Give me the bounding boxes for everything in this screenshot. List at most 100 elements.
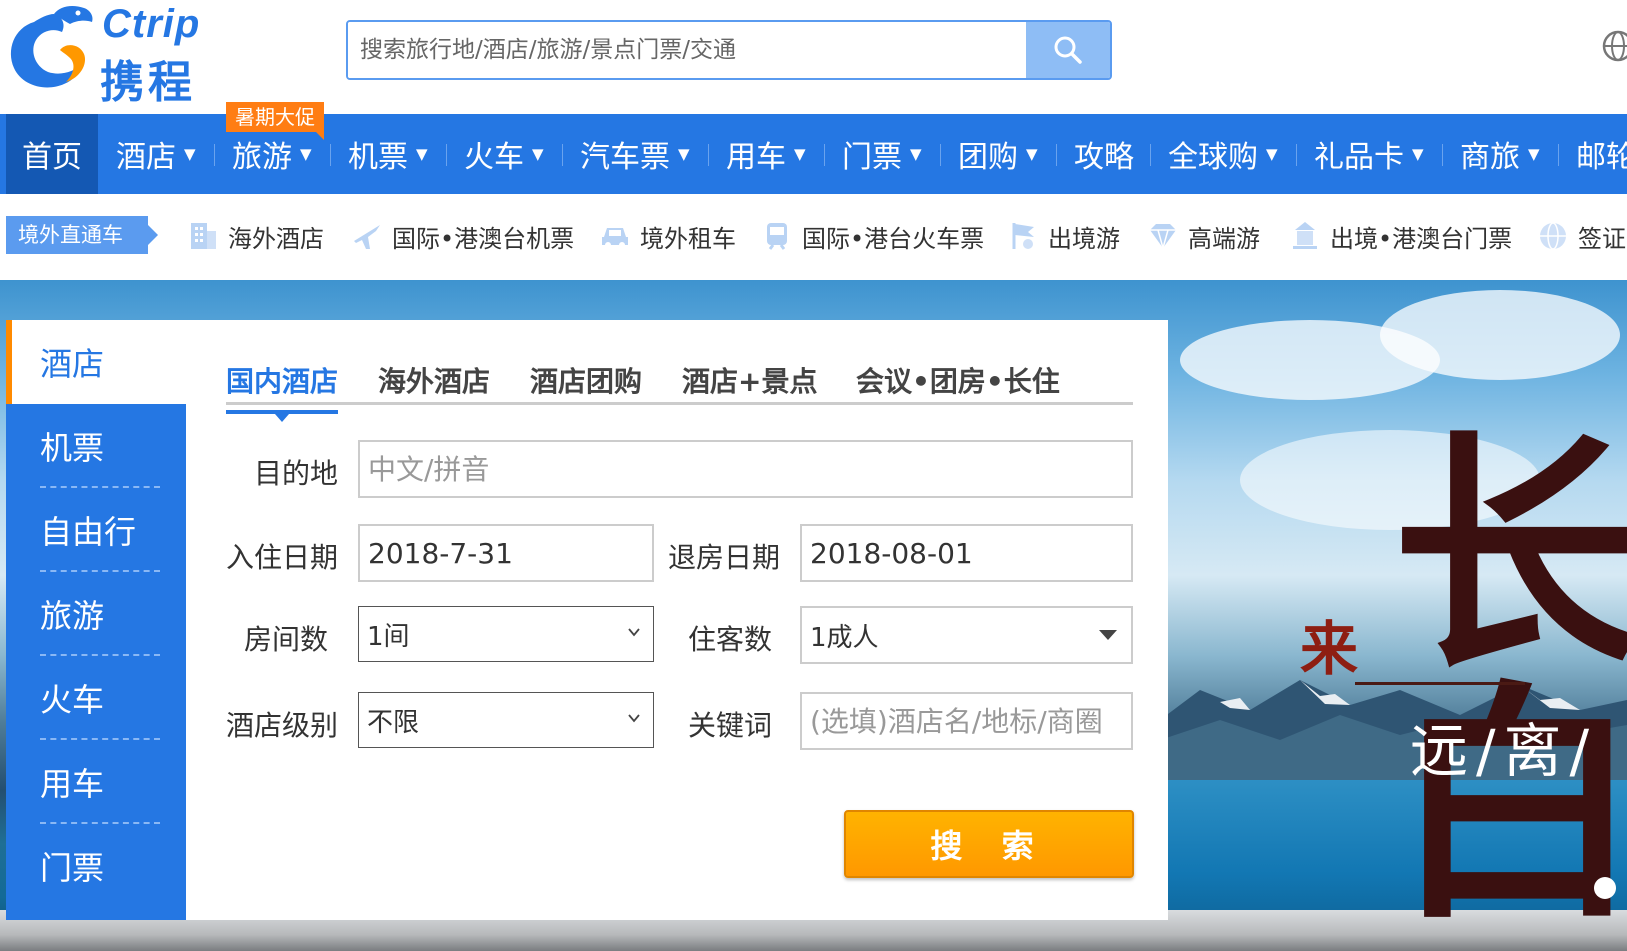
rooms-label: 房间数 xyxy=(244,623,329,656)
flag-icon xyxy=(1012,223,1034,249)
nav-groupbuy[interactable]: 团购 ▼ xyxy=(958,114,1038,194)
chevron-down-icon xyxy=(628,714,640,723)
banner-subtitle: 远/离/ xyxy=(1410,717,1598,785)
checkout-label: 退房日期 xyxy=(668,541,781,574)
globe-icon[interactable] xyxy=(1600,28,1627,64)
sub-label: 高端游 xyxy=(1188,224,1260,253)
sub-visa[interactable]: 签证 xyxy=(1536,216,1626,256)
side-label: 自由行 xyxy=(40,513,137,551)
sub-label: 国际•港台火车票 xyxy=(802,224,985,253)
hotel-search-button[interactable]: 搜 索 xyxy=(844,810,1134,878)
tab-overseas-hotel[interactable]: 海外酒店 xyxy=(378,360,490,400)
hotel-level-label: 酒店级别 xyxy=(226,709,339,742)
nav-tickets[interactable]: 门票 ▼ xyxy=(842,114,922,194)
side-item-flight[interactable]: 机票 xyxy=(6,404,186,488)
side-label: 用车 xyxy=(40,765,105,803)
sub-nav: 境外直通车 海外酒店 国际•港澳台机票 境外租车 国际•港台火车票 出境游 高端… xyxy=(0,194,1627,280)
side-item-tour[interactable]: 旅游 xyxy=(6,572,186,656)
nav-label: 门票 xyxy=(842,140,902,175)
rooms-select[interactable]: 1间 xyxy=(358,606,654,662)
nav-cruise[interactable]: 邮轮 xyxy=(1576,114,1627,194)
destination-input[interactable] xyxy=(358,440,1133,498)
banner-divider xyxy=(1355,682,1525,685)
overseas-express-tag[interactable]: 境外直通车 xyxy=(6,216,158,254)
nav-label: 礼品卡 xyxy=(1314,140,1404,175)
nav-business[interactable]: 商旅 ▼ xyxy=(1460,114,1540,194)
caret-down-icon: ▼ xyxy=(532,145,544,163)
train-icon xyxy=(767,223,787,250)
sub-label: 出境•港澳台门票 xyxy=(1330,224,1513,253)
nav-label: 攻略 xyxy=(1074,140,1134,175)
logo-text-cn: 携程 xyxy=(100,57,196,108)
checkout-date-input[interactable] xyxy=(800,524,1133,582)
nav-guides[interactable]: 攻略 xyxy=(1074,114,1134,194)
tab-meeting-longstay[interactable]: 会议•团房•长住 xyxy=(856,360,1060,400)
search-icon xyxy=(1054,36,1082,64)
caret-down-icon: ▼ xyxy=(678,145,690,163)
product-sidebar: 酒店 机票 自由行 旅游 火车 用车 门票 xyxy=(6,320,186,920)
nav-label: 火车 xyxy=(464,140,524,175)
nav-label: 汽车票 xyxy=(580,140,670,175)
side-item-free-travel[interactable]: 自由行 xyxy=(6,488,186,572)
sub-intl-train[interactable]: 国际•港台火车票 xyxy=(760,216,984,256)
sub-overseas-hotel[interactable]: 海外酒店 xyxy=(186,216,324,256)
sub-luxury-tour[interactable]: 高端游 xyxy=(1146,216,1260,256)
side-label: 酒店 xyxy=(40,345,105,383)
caret-down-icon: ▼ xyxy=(794,145,806,163)
side-item-car[interactable]: 用车 xyxy=(6,740,186,824)
sub-label: 境外租车 xyxy=(640,224,736,253)
car-icon xyxy=(602,228,628,248)
sub-label: 国际•港澳台机票 xyxy=(392,224,575,253)
search-button[interactable] xyxy=(1026,22,1110,78)
sub-label: 出境游 xyxy=(1048,224,1120,253)
caret-down-icon: ▼ xyxy=(1026,145,1038,163)
global-search xyxy=(346,20,1112,80)
banner-lai: 来 xyxy=(1300,615,1359,683)
tab-hotel-groupbuy[interactable]: 酒店团购 xyxy=(530,360,642,400)
booking-panel: 酒店 机票 自由行 旅游 火车 用车 门票 国内酒店 海外酒店 酒店团购 酒店+… xyxy=(6,320,1168,920)
nav-flight[interactable]: 机票 ▼ xyxy=(348,114,428,194)
sub-outbound-tickets[interactable]: 出境•港澳台门票 xyxy=(1288,216,1512,256)
keyword-input[interactable] xyxy=(800,692,1133,750)
guests-select[interactable]: 1成人 xyxy=(800,606,1133,664)
dolphin-icon xyxy=(10,6,93,88)
tab-domestic-hotel[interactable]: 国内酒店 xyxy=(226,360,339,422)
nav-hotel[interactable]: 酒店 ▼ xyxy=(116,114,196,194)
caret-down-icon: ▼ xyxy=(910,145,922,163)
nav-car[interactable]: 用车 ▼ xyxy=(726,114,806,194)
triangle-down-icon xyxy=(1099,630,1117,640)
nav-label: 机票 xyxy=(348,140,408,175)
guests-label: 住客数 xyxy=(688,623,773,656)
side-item-tickets[interactable]: 门票 xyxy=(6,824,186,908)
destination-label: 目的地 xyxy=(254,457,339,490)
caret-down-icon: ▼ xyxy=(1266,145,1278,163)
nav-label: 首页 xyxy=(22,140,82,175)
sub-intl-flight[interactable]: 国际•港澳台机票 xyxy=(350,216,574,256)
checkin-date-input[interactable] xyxy=(358,524,654,582)
search-input[interactable] xyxy=(348,22,1026,78)
header: Ctrip 携程 xyxy=(0,0,1627,114)
building-icon xyxy=(191,223,216,249)
side-label: 门票 xyxy=(40,849,105,887)
side-item-hotel[interactable]: 酒店 xyxy=(6,320,186,404)
globe-icon xyxy=(1540,222,1566,250)
banner-calligraphy: 长白 xyxy=(1392,408,1627,951)
ctrip-logo[interactable]: Ctrip 携程 xyxy=(4,2,244,108)
nav-global-shop[interactable]: 全球购 ▼ xyxy=(1168,114,1278,194)
caret-down-icon: ▼ xyxy=(1528,145,1540,163)
carousel-dot[interactable] xyxy=(1594,877,1616,899)
caret-down-icon: ▼ xyxy=(300,145,312,163)
nav-gift-card[interactable]: 礼品卡 ▼ xyxy=(1314,114,1424,194)
hotel-level-select[interactable]: 不限 xyxy=(358,692,654,748)
caret-down-icon: ▼ xyxy=(416,145,428,163)
side-item-train[interactable]: 火车 xyxy=(6,656,186,740)
sub-outbound-tour[interactable]: 出境游 xyxy=(1006,216,1120,256)
sub-overseas-car[interactable]: 境外租车 xyxy=(598,216,736,256)
nav-home[interactable]: 首页 xyxy=(6,114,98,194)
keyword-label: 关键词 xyxy=(688,709,773,742)
tab-hotel-attraction[interactable]: 酒店+景点 xyxy=(682,360,817,400)
nav-train[interactable]: 火车 ▼ xyxy=(464,114,544,194)
nav-label: 旅游 xyxy=(232,140,292,175)
chevron-down-icon xyxy=(628,628,640,637)
nav-bus[interactable]: 汽车票 ▼ xyxy=(580,114,690,194)
